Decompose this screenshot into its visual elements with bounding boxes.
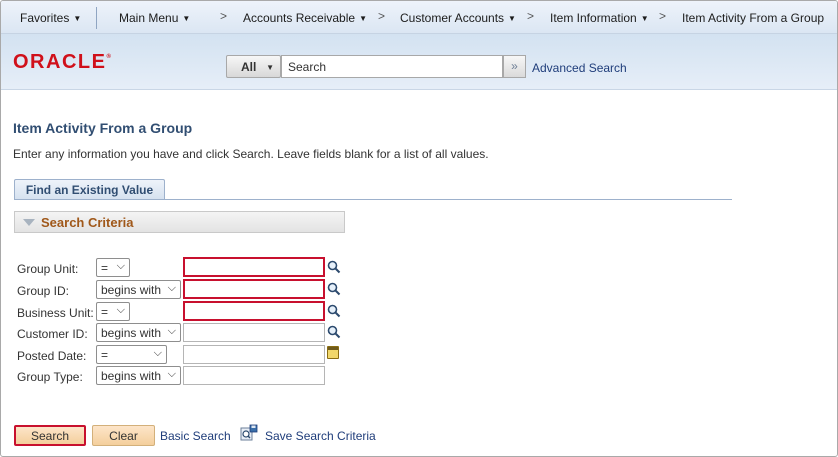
oracle-logo: ORACLE® [13, 51, 112, 74]
group-id-input[interactable] [183, 279, 325, 299]
search-go-button[interactable]: » [503, 55, 526, 78]
criteria-row-business-unit: Business Unit: = ⌵ [17, 301, 357, 322]
main-menu[interactable]: Main Menu ▼ [119, 11, 190, 25]
criteria-row-group-unit: Group Unit: = ⌵ [17, 257, 357, 278]
app-window: Favorites ▼ Main Menu ▼ > Accounts Receiva… [0, 0, 838, 457]
calendar-icon[interactable] [327, 346, 339, 359]
breadcrumb-separator: > [378, 9, 386, 23]
breadcrumb-separator: > [659, 9, 667, 23]
operator-value: begins with [101, 283, 162, 297]
operator-value: begins with [101, 326, 162, 340]
menubar-divider [96, 7, 97, 29]
double-chevron-right-icon: » [511, 59, 518, 73]
breadcrumb-separator: > [527, 9, 535, 23]
criteria-row-posted-date: Posted Date: = ⌵ [17, 345, 357, 365]
field-label: Group Unit: [17, 262, 79, 276]
chevron-down-icon: ▼ [182, 14, 191, 23]
chevron-down-icon: ⌵ [153, 347, 162, 359]
search-scope-value: All [241, 60, 257, 74]
navigation-menubar: Favorites ▼ Main Menu ▼ > Accounts Receiva… [1, 1, 837, 34]
operator-select[interactable]: = ⌵ [96, 345, 167, 364]
magnifier-icon[interactable] [327, 325, 341, 339]
operator-value: = [101, 348, 109, 362]
search-criteria-header[interactable]: Search Criteria [14, 211, 345, 233]
basic-search-link[interactable]: Basic Search [160, 429, 231, 443]
operator-select[interactable]: begins with ⌵ [96, 323, 181, 342]
chevron-down-icon: ⌵ [167, 282, 176, 294]
header-band: ORACLE® All ▼ Search » Advanced Search [1, 34, 837, 90]
breadcrumb-label: Accounts Receivable [243, 11, 356, 25]
breadcrumb-customer-accounts[interactable]: Customer Accounts ▼ [400, 11, 516, 25]
chevron-down-icon: ▼ [73, 14, 82, 23]
operator-select[interactable]: = ⌵ [96, 302, 130, 321]
magnifier-icon[interactable] [327, 282, 341, 296]
group-unit-input[interactable] [183, 257, 325, 277]
breadcrumb-label: Item Information [550, 11, 637, 25]
breadcrumb-separator: > [220, 9, 228, 23]
search-criteria-label: Search Criteria [41, 215, 134, 230]
operator-select[interactable]: = ⌵ [96, 258, 130, 277]
advanced-search-link[interactable]: Advanced Search [532, 61, 627, 75]
business-unit-input[interactable] [183, 301, 325, 321]
tab-divider [14, 199, 732, 200]
operator-value: = [101, 261, 109, 275]
chevron-down-icon: ⌵ [167, 325, 176, 337]
trademark-mark: ® [106, 54, 113, 61]
page-title: Item Activity From a Group [13, 120, 193, 136]
breadcrumb-label: Customer Accounts [400, 11, 505, 25]
search-scope-dropdown[interactable]: All ▼ [226, 55, 281, 78]
criteria-row-customer-id: Customer ID: begins with ⌵ [17, 323, 357, 343]
breadcrumb-current-page[interactable]: Item Activity From a Group [682, 11, 824, 25]
customer-id-input[interactable] [183, 323, 325, 342]
favorites-menu[interactable]: Favorites ▼ [20, 11, 81, 25]
field-label: Group Type: [17, 370, 83, 384]
magnifier-icon[interactable] [327, 304, 341, 318]
logo-text: ORACLE [13, 51, 107, 73]
chevron-down-icon: ▼ [359, 14, 367, 23]
criteria-row-group-id: Group ID: begins with ⌵ [17, 279, 357, 300]
breadcrumb-accounts-receivable[interactable]: Accounts Receivable ▼ [243, 11, 367, 25]
chevron-down-icon: ▼ [266, 63, 274, 72]
magnifier-icon[interactable] [327, 260, 341, 274]
chevron-down-icon: ▼ [508, 14, 516, 23]
criteria-row-group-type: Group Type: begins with ⌵ [17, 366, 357, 386]
clear-button[interactable]: Clear [92, 425, 155, 446]
page-instructions: Enter any information you have and click… [13, 147, 489, 161]
chevron-down-icon: ⌵ [167, 368, 176, 380]
main-menu-label: Main Menu [119, 11, 179, 25]
operator-value: = [101, 305, 109, 319]
global-search-input[interactable]: Search [281, 55, 503, 78]
breadcrumb-item-information[interactable]: Item Information ▼ [550, 11, 649, 25]
field-label: Group ID: [17, 284, 70, 298]
tab-find-existing-value[interactable]: Find an Existing Value [14, 179, 165, 200]
collapse-triangle-icon[interactable] [23, 219, 35, 226]
chevron-down-icon: ⌵ [116, 304, 125, 316]
chevron-down-icon: ▼ [640, 14, 649, 23]
field-label: Customer ID: [17, 327, 88, 341]
save-search-criteria-link[interactable]: Save Search Criteria [265, 429, 376, 443]
chevron-down-icon: ⌵ [116, 260, 125, 272]
operator-value: begins with [101, 369, 162, 383]
favorites-label: Favorites [20, 11, 70, 25]
field-label: Business Unit: [17, 306, 94, 320]
group-type-input[interactable] [183, 366, 325, 385]
search-button[interactable]: Search [14, 425, 86, 446]
field-label: Posted Date: [17, 349, 87, 363]
save-search-icon[interactable] [240, 424, 258, 442]
operator-select[interactable]: begins with ⌵ [96, 280, 181, 299]
posted-date-input[interactable] [183, 345, 325, 364]
operator-select[interactable]: begins with ⌵ [96, 366, 181, 385]
